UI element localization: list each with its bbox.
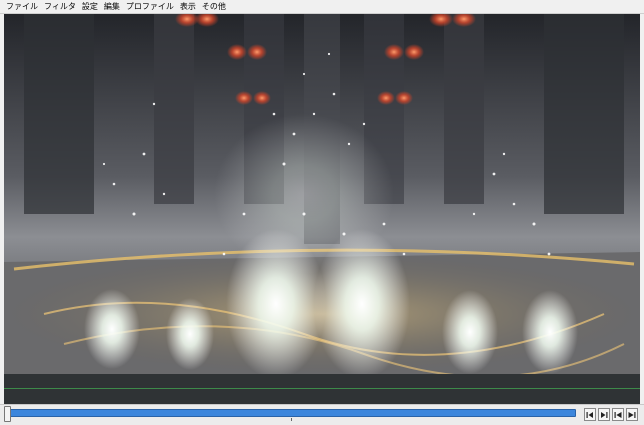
- seek-tick-mark: [291, 418, 292, 421]
- timeline-track[interactable]: [4, 374, 640, 404]
- menu-profile[interactable]: プロファイル: [126, 0, 178, 14]
- video-preview[interactable]: [4, 14, 640, 374]
- menu-view[interactable]: 表示: [180, 0, 200, 14]
- menu-filter[interactable]: フィルタ: [44, 0, 80, 14]
- menu-other[interactable]: その他: [202, 0, 230, 14]
- timeline-line: [4, 388, 640, 389]
- video-frame-image: [4, 14, 640, 374]
- prev-frame-icon: [586, 411, 593, 418]
- jump-end-icon: [628, 411, 636, 418]
- menu-settings[interactable]: 設定: [82, 0, 102, 14]
- menu-file[interactable]: ファイル: [6, 0, 42, 14]
- jump-start-icon: [614, 411, 622, 418]
- menu-bar: ファイル フィルタ 設定 編集 プロファイル 表示 その他: [0, 0, 644, 14]
- seek-controls: [0, 404, 644, 425]
- next-frame-button[interactable]: [598, 408, 610, 421]
- seek-bar[interactable]: [8, 409, 576, 417]
- jump-start-button[interactable]: [612, 408, 624, 421]
- next-frame-icon: [601, 411, 608, 418]
- seek-thumb[interactable]: [4, 406, 11, 422]
- prev-frame-button[interactable]: [584, 408, 596, 421]
- jump-end-button[interactable]: [626, 408, 638, 421]
- menu-edit[interactable]: 編集: [104, 0, 124, 14]
